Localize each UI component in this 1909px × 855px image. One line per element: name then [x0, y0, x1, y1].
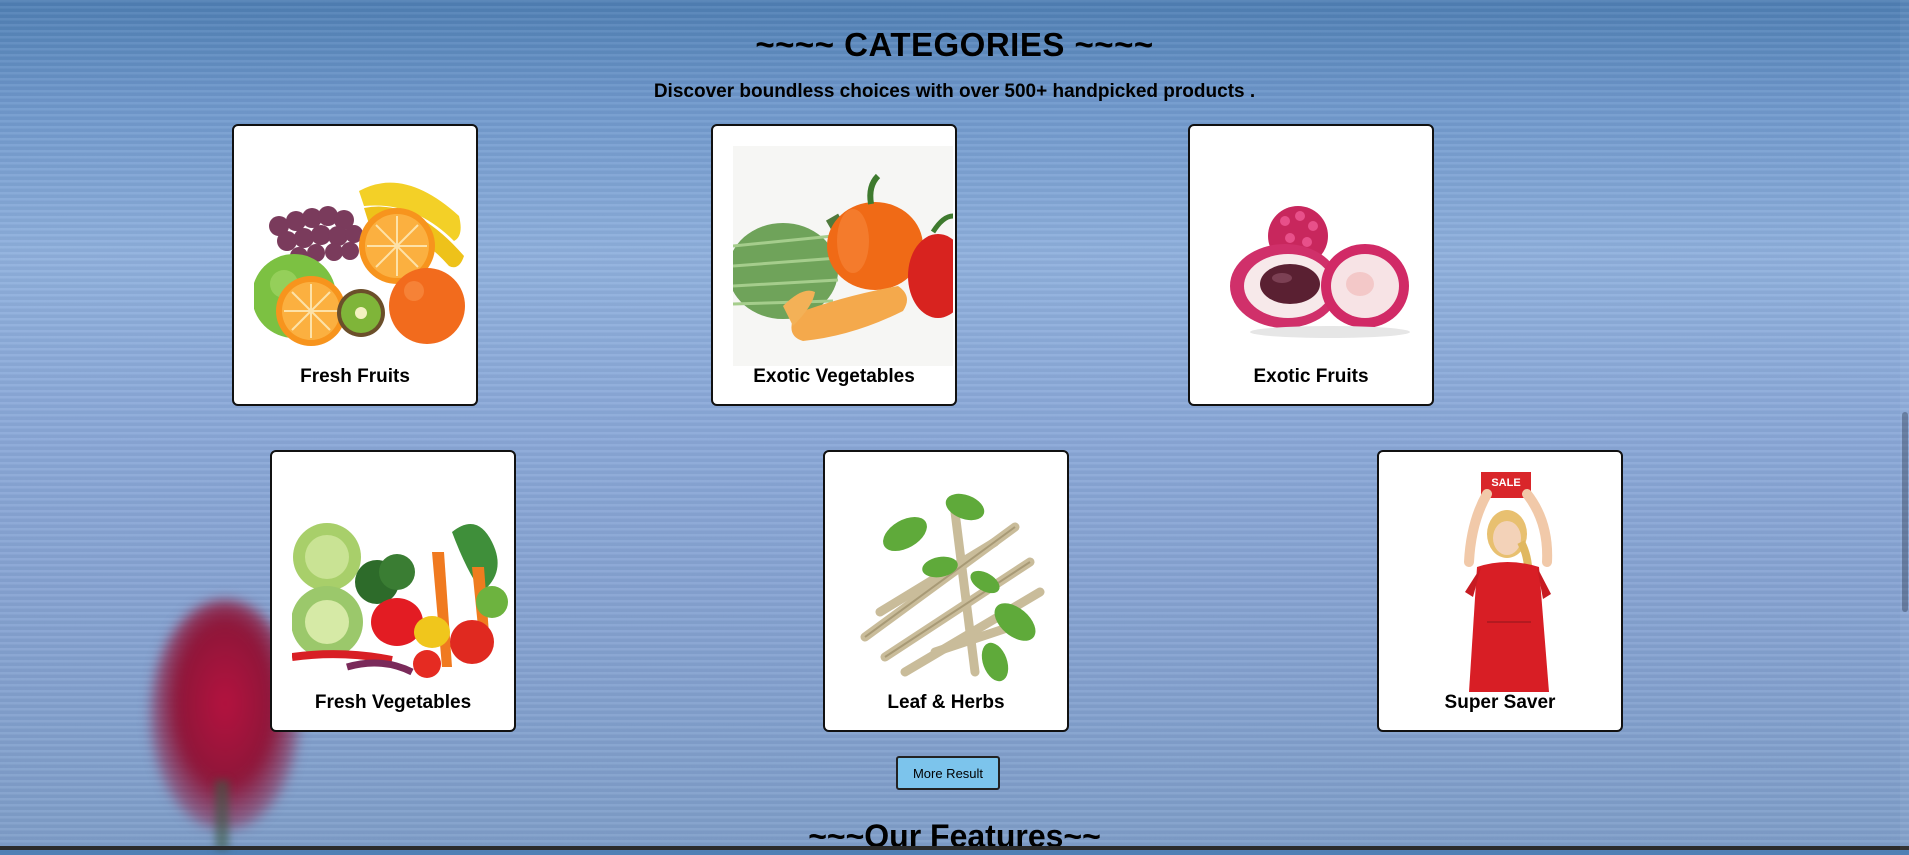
category-card-leaf-herbs[interactable]: Leaf & Herbs	[823, 450, 1069, 732]
category-card-exotic-vegetables[interactable]: Exotic Vegetables	[711, 124, 957, 406]
categories-subtitle: Discover boundless choices with over 500…	[653, 81, 1256, 102]
more-result-button[interactable]: More Result	[896, 756, 1000, 790]
category-card-super-saver[interactable]: SALE Super Saver	[1377, 450, 1623, 732]
fresh-vegetables-image	[292, 472, 512, 692]
category-label: Super Saver	[1444, 692, 1556, 713]
exotic-fruits-image	[1210, 146, 1430, 366]
page-bottom-edge	[0, 846, 1909, 850]
categories-title: ~~~~ CATEGORIES ~~~~	[755, 26, 1154, 63]
category-label: Leaf & Herbs	[887, 692, 1005, 713]
fresh-fruits-image	[254, 146, 474, 366]
exotic-vegetables-image	[733, 146, 953, 366]
category-label: Exotic Fruits	[1253, 366, 1369, 387]
category-card-exotic-fruits[interactable]: Exotic Fruits	[1188, 124, 1434, 406]
scrollbar-thumb[interactable]	[1902, 412, 1908, 612]
svg-text:SALE: SALE	[1491, 477, 1520, 489]
category-card-fresh-vegetables[interactable]: Fresh Vegetables	[270, 450, 516, 732]
category-label: Fresh Fruits	[300, 366, 410, 387]
leaf-herbs-image	[845, 472, 1065, 692]
category-card-fresh-fruits[interactable]: Fresh Fruits	[232, 124, 478, 406]
category-label: Exotic Vegetables	[753, 366, 915, 387]
category-label: Fresh Vegetables	[314, 692, 472, 713]
super-saver-image: SALE	[1399, 472, 1619, 692]
